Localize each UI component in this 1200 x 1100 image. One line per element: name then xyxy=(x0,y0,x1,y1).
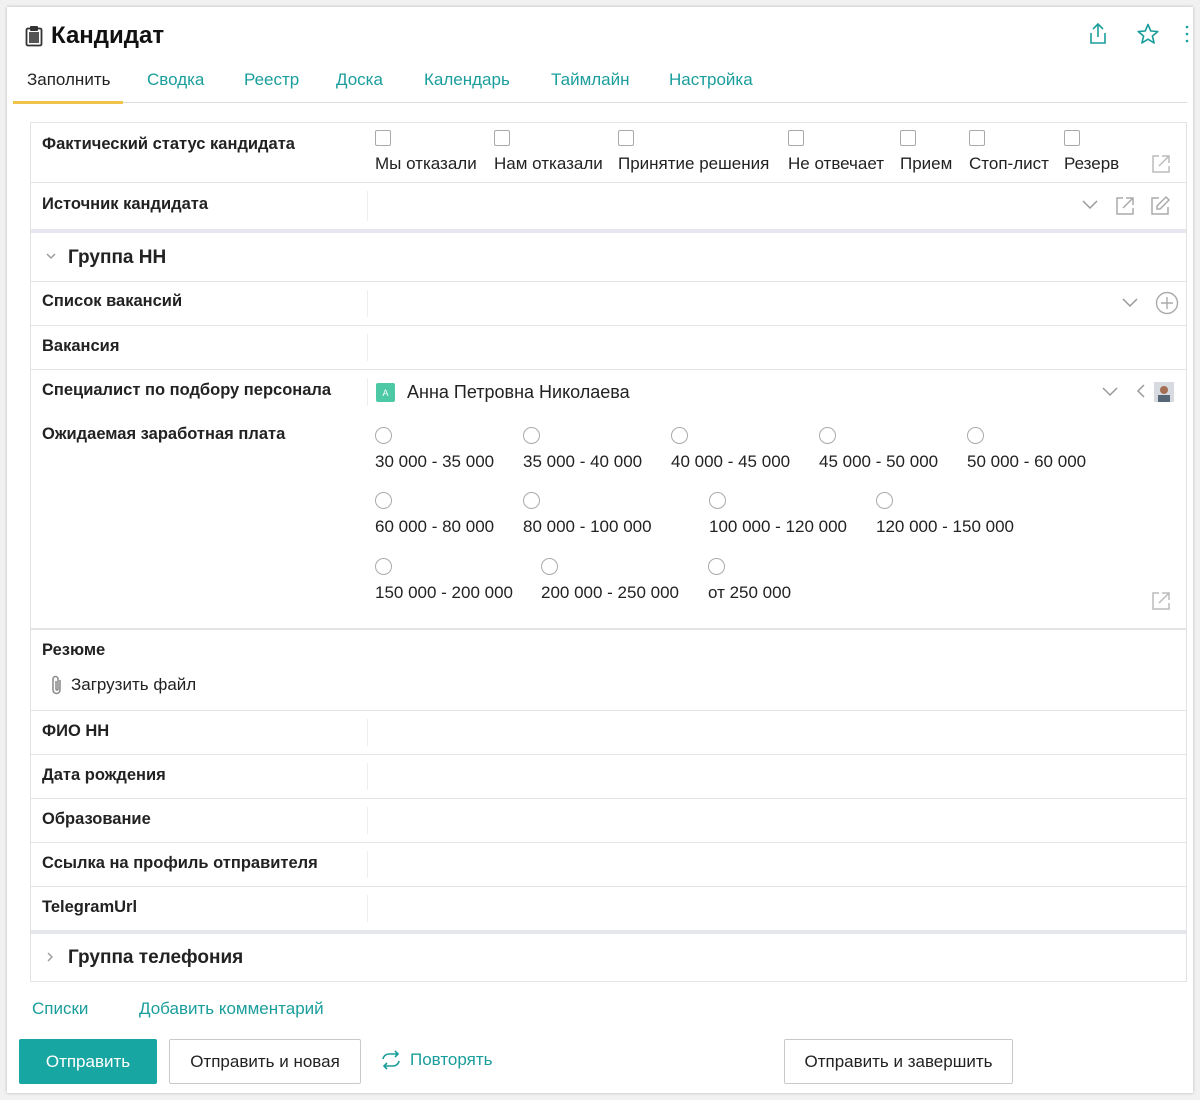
field-label: TelegramUrl xyxy=(42,898,138,916)
field-vacancy-list: Список вакансий xyxy=(31,282,1186,326)
group-phone-header[interactable]: Группа телефония xyxy=(31,934,1186,982)
chevron-down-icon xyxy=(46,253,56,259)
page-title: Кандидат xyxy=(51,22,165,49)
checkbox-we-rejected[interactable]: Мы отказали xyxy=(375,130,477,174)
add-comment-link[interactable]: Добавить комментарий xyxy=(139,999,324,1019)
tab-registry[interactable]: Реестр xyxy=(230,67,320,103)
field-birth-date: Дата рождения xyxy=(31,755,1186,799)
field-salary: Ожидаемая заработная плата 30 000 - 35 0… xyxy=(31,414,1186,630)
avatar[interactable] xyxy=(1154,382,1174,402)
header: Кандидат xyxy=(7,7,1193,67)
field-fio: ФИО НН xyxy=(31,711,1186,755)
field-label: Дата рождения xyxy=(42,766,166,784)
radio-salary[interactable]: 50 000 - 60 000 xyxy=(967,427,1086,472)
field-source: Источник кандидата xyxy=(31,183,1186,233)
paperclip-icon xyxy=(52,675,61,695)
field-label: Ссылка на профиль отправителя xyxy=(42,854,318,872)
open-external-icon[interactable] xyxy=(1150,590,1172,612)
field-label: Источник кандидата xyxy=(42,195,209,213)
vacancy-value[interactable] xyxy=(367,334,1186,361)
radio-salary[interactable]: 60 000 - 80 000 xyxy=(375,492,494,537)
checkbox-decision[interactable]: Принятие решения xyxy=(618,130,769,174)
checkbox-they-rejected[interactable]: Нам отказали xyxy=(494,130,603,174)
field-education: Образование xyxy=(31,799,1186,843)
telegram-input[interactable] xyxy=(367,895,1186,922)
tab-timeline[interactable]: Таймлайн xyxy=(537,67,653,103)
chevron-left-icon[interactable] xyxy=(1135,382,1147,400)
more-vertical-icon[interactable] xyxy=(1181,21,1193,47)
field-label: Ожидаемая заработная плата xyxy=(42,425,286,443)
source-select[interactable] xyxy=(367,191,1186,221)
field-label: Специалист по подбору персонала xyxy=(42,381,332,399)
radio-salary[interactable]: 30 000 - 35 000 xyxy=(375,427,494,472)
submit-and-finish-button[interactable]: Отправить и завершить xyxy=(784,1039,1013,1084)
radio-salary[interactable]: 120 000 - 150 000 xyxy=(876,492,1014,537)
tab-summary[interactable]: Сводка xyxy=(133,67,227,103)
repeat-icon xyxy=(382,1050,400,1070)
checkbox-no-answer[interactable]: Не отвечает xyxy=(788,130,884,174)
field-status: Фактический статус кандидата Мы отказали… xyxy=(31,122,1186,183)
field-recruiter: Специалист по подбору персонала A Анна П… xyxy=(31,370,1186,414)
field-label: Фактический статус кандидата xyxy=(42,135,295,153)
group-hh-header[interactable]: Группа НН xyxy=(31,233,1186,282)
open-external-icon[interactable] xyxy=(1150,153,1172,175)
repeat-button[interactable]: Повторять xyxy=(380,1050,493,1070)
submit-button[interactable]: Отправить xyxy=(19,1039,157,1084)
field-label: Образование xyxy=(42,810,151,828)
vacancy-list-select[interactable] xyxy=(367,290,1186,317)
profile-link-input[interactable] xyxy=(367,851,1186,878)
checkbox-stop-list[interactable]: Стоп-лист xyxy=(969,130,1049,174)
chevron-down-icon[interactable] xyxy=(1080,197,1100,211)
form-window: Кандидат Заполнить Сводка Реестр Доска К… xyxy=(7,7,1193,1093)
chevron-down-icon[interactable] xyxy=(1120,295,1140,309)
tab-settings[interactable]: Настройка xyxy=(655,67,765,103)
radio-salary[interactable]: 35 000 - 40 000 xyxy=(523,427,642,472)
field-label: Список вакансий xyxy=(42,292,183,310)
radio-salary[interactable]: 45 000 - 50 000 xyxy=(819,427,938,472)
birth-date-input[interactable] xyxy=(367,763,1186,790)
checkbox-hire[interactable]: Прием xyxy=(900,130,952,174)
fio-input[interactable] xyxy=(367,719,1186,746)
field-vacancy: Вакансия xyxy=(31,326,1186,370)
field-telegram: TelegramUrl xyxy=(31,887,1186,934)
recruiter-value: Анна Петровна Николаева xyxy=(407,382,630,402)
radio-salary[interactable]: от 250 000 xyxy=(708,558,791,603)
lists-link[interactable]: Списки xyxy=(32,999,88,1019)
field-label: Резюме xyxy=(42,641,106,659)
share-icon[interactable] xyxy=(1085,21,1111,47)
submit-and-new-button[interactable]: Отправить и новая xyxy=(169,1039,361,1084)
education-input[interactable] xyxy=(367,807,1186,834)
radio-salary[interactable]: 150 000 - 200 000 xyxy=(375,558,513,603)
star-icon[interactable] xyxy=(1135,21,1161,47)
header-actions xyxy=(1061,21,1193,47)
radio-salary[interactable]: 200 000 - 250 000 xyxy=(541,558,679,603)
field-label: ФИО НН xyxy=(42,722,110,740)
tab-fill[interactable]: Заполнить xyxy=(13,67,123,104)
chevron-right-icon xyxy=(47,952,53,962)
group-title: Группа телефония xyxy=(68,947,244,968)
tab-board[interactable]: Доска xyxy=(322,67,408,103)
clipboard-icon xyxy=(25,26,43,47)
radio-salary[interactable]: 80 000 - 100 000 xyxy=(523,492,652,537)
open-external-icon[interactable] xyxy=(1114,195,1136,217)
checkbox-reserve[interactable]: Резерв xyxy=(1064,130,1119,174)
tab-bar: Заполнить Сводка Реестр Доска Календарь … xyxy=(13,67,1187,104)
radio-salary[interactable]: 100 000 - 120 000 xyxy=(709,492,847,537)
form-body: Фактический статус кандидата Мы отказали… xyxy=(30,122,1187,982)
page-title-block: Кандидат xyxy=(25,22,164,50)
tab-calendar[interactable]: Календарь xyxy=(410,67,535,103)
chevron-down-icon[interactable] xyxy=(1100,384,1120,398)
group-title: Группа НН xyxy=(68,247,167,268)
field-profile-link: Ссылка на профиль отправителя xyxy=(31,843,1186,887)
field-label: Вакансия xyxy=(42,337,120,355)
user-badge: A xyxy=(376,383,395,402)
edit-icon[interactable] xyxy=(1149,195,1171,217)
add-circle-icon[interactable] xyxy=(1155,291,1179,315)
radio-salary[interactable]: 40 000 - 45 000 xyxy=(671,427,790,472)
field-resume: Резюме Загрузить файл xyxy=(31,630,1186,711)
upload-file-button[interactable]: Загрузить файл xyxy=(49,674,196,696)
